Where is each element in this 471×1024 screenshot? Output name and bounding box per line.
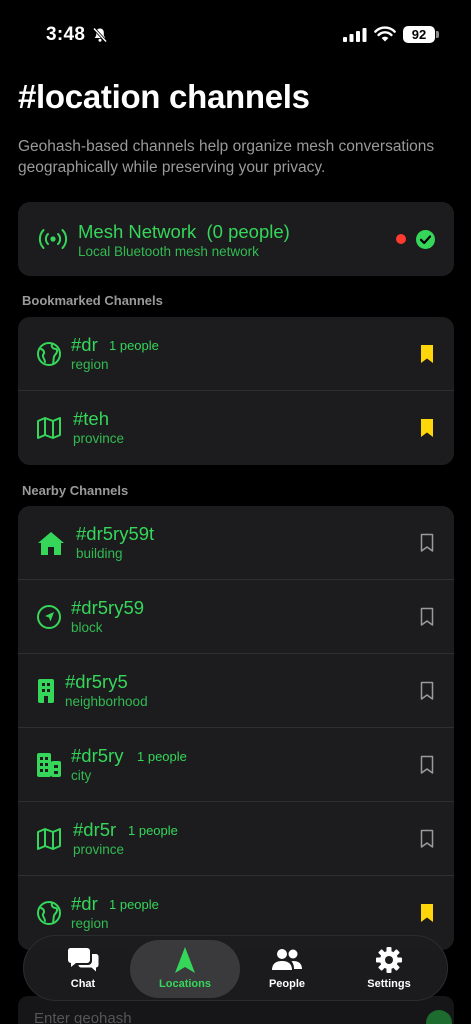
- cellular-signal-icon: [343, 28, 367, 42]
- channel-level: building: [76, 546, 123, 561]
- wifi-icon: [374, 26, 396, 42]
- section-label-bookmarked: Bookmarked Channels: [22, 293, 163, 308]
- map-icon: [36, 415, 62, 441]
- status-bar: 3:48 92: [0, 0, 471, 60]
- tab-label: Locations: [159, 978, 211, 990]
- tab-people[interactable]: People: [234, 936, 340, 1002]
- channel-row[interactable]: #dr5ry59t building: [18, 506, 454, 580]
- city-buildings-icon: [36, 752, 62, 778]
- geohash-input-placeholder: Enter geohash: [34, 1010, 132, 1024]
- channel-row[interactable]: #dr5ry 1 people city: [18, 728, 454, 802]
- bookmark-filled-icon[interactable]: [420, 418, 434, 438]
- people-icon: [271, 946, 303, 974]
- location-arrow-icon: [36, 604, 62, 630]
- tab-label: People: [268, 978, 306, 990]
- tab-label: Settings: [367, 978, 411, 990]
- tab-label: Chat: [70, 978, 96, 990]
- page-title: #location channels: [18, 78, 310, 115]
- channel-level: province: [73, 842, 125, 857]
- bookmark-outline-icon[interactable]: [420, 607, 434, 627]
- status-time: 3:48: [46, 24, 86, 45]
- channel-name: #teh: [73, 408, 110, 429]
- bookmark-outline-icon[interactable]: [420, 681, 434, 701]
- channel-row[interactable]: #dr5ry5 neighborhood: [18, 654, 454, 728]
- bookmark-outline-icon[interactable]: [420, 533, 434, 553]
- tower-building-icon: [36, 678, 56, 704]
- channel-row[interactable]: #teh province: [18, 391, 454, 465]
- disconnected-dot-icon: [396, 234, 406, 244]
- globe-icon: [36, 341, 62, 367]
- mesh-network-title: Mesh Network (0 people): [78, 221, 290, 242]
- channel-row[interactable]: #dr 1 people region: [18, 317, 454, 391]
- channel-level: city: [71, 768, 92, 783]
- channel-name: #dr5r: [73, 819, 117, 840]
- channel-name: #dr: [71, 893, 98, 914]
- map-icon: [36, 826, 62, 852]
- antenna-radiowaves-icon: [36, 226, 68, 252]
- channel-name: #dr5ry: [71, 745, 124, 766]
- channel-row[interactable]: #dr5ry59 block: [18, 580, 454, 654]
- channel-level: region: [71, 357, 109, 372]
- bookmarked-channels-list: #dr 1 people region #teh province: [18, 317, 454, 465]
- tab-settings[interactable]: Settings: [336, 936, 442, 1002]
- section-label-nearby: Nearby Channels: [22, 483, 129, 498]
- bookmark-outline-icon[interactable]: [420, 829, 434, 849]
- tab-chat[interactable]: Chat: [30, 936, 136, 1002]
- chat-bubbles-icon: [67, 946, 99, 974]
- battery-tip: [436, 31, 439, 38]
- channel-level: neighborhood: [65, 694, 148, 709]
- channel-people-count: 1 people: [128, 823, 178, 838]
- channel-people-count: 1 people: [137, 749, 187, 764]
- page-description: Geohash-based channels help organize mes…: [18, 138, 435, 176]
- channel-people-count: 1 people: [109, 338, 159, 353]
- checkmark-circle-icon: [416, 230, 435, 249]
- channel-level: region: [71, 916, 109, 931]
- channel-name: #dr: [71, 334, 98, 355]
- bookmark-filled-icon[interactable]: [420, 903, 434, 923]
- channel-name: #dr5ry5: [65, 671, 128, 692]
- channel-people-count: 1 people: [109, 897, 159, 912]
- channel-name: #dr5ry59: [71, 597, 145, 618]
- bell-slash-icon: [92, 27, 108, 43]
- channel-row[interactable]: #dr5r 1 people province: [18, 802, 454, 876]
- mesh-network-subtitle: Local Bluetooth mesh network: [78, 244, 259, 259]
- house-icon: [36, 530, 66, 556]
- mesh-network-row[interactable]: Mesh Network (0 people) Local Bluetooth …: [18, 202, 454, 276]
- nearby-channels-list: #dr5ry59t building #dr5ry59 block #dr5ry…: [18, 506, 454, 950]
- tab-bar: Chat Locations People Settings: [23, 935, 448, 1001]
- globe-icon: [36, 900, 62, 926]
- gear-icon: [373, 946, 405, 974]
- bookmark-filled-icon[interactable]: [420, 344, 434, 364]
- channel-name: #dr5ry59t: [76, 523, 155, 544]
- channel-level: province: [73, 431, 125, 446]
- bookmark-outline-icon[interactable]: [420, 755, 434, 775]
- battery-indicator: 92: [403, 26, 435, 43]
- location-arrow-up-icon: [169, 946, 201, 974]
- channel-level: block: [71, 620, 103, 635]
- tab-locations[interactable]: Locations: [130, 936, 240, 1002]
